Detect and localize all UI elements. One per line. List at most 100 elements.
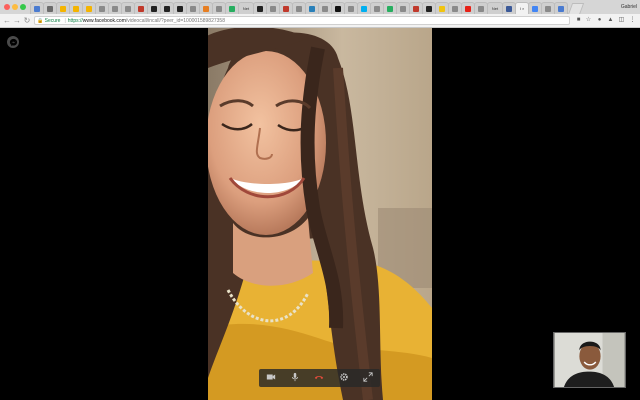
browser-tab[interactable] xyxy=(147,2,161,14)
browser-tab[interactable] xyxy=(554,2,568,14)
browser-tab[interactable] xyxy=(212,2,226,14)
menu-icon[interactable]: ⋮ xyxy=(629,16,636,24)
page-icon xyxy=(400,5,406,12)
back-button[interactable]: ← xyxy=(2,15,12,26)
browser-tab[interactable] xyxy=(318,2,332,14)
leaf-icon xyxy=(229,5,235,12)
microphone-icon xyxy=(290,369,300,387)
extension-icon[interactable]: ◫ xyxy=(618,16,625,24)
maximize-window-button[interactable] xyxy=(20,4,26,10)
browser-tab[interactable] xyxy=(134,2,148,14)
settings-button[interactable] xyxy=(337,371,351,385)
browser-tab[interactable] xyxy=(186,2,200,14)
browser-tab[interactable] xyxy=(474,2,488,14)
profile-name[interactable]: Gabriel xyxy=(621,2,637,12)
github-icon xyxy=(151,5,157,12)
page-icon xyxy=(190,5,196,12)
settings-icon xyxy=(339,369,349,387)
browser-tab[interactable]: I × xyxy=(515,2,529,14)
page-icon xyxy=(322,5,328,12)
close-window-button[interactable] xyxy=(4,4,10,10)
microphone-button[interactable] xyxy=(288,371,302,385)
browser-tab[interactable] xyxy=(422,2,436,14)
github-icon xyxy=(257,5,263,12)
browser-tab[interactable] xyxy=(279,2,293,14)
browser-tab[interactable] xyxy=(266,2,280,14)
url-path: /videocall/incall/?peer_id=1000015898273… xyxy=(125,18,225,24)
page-icon xyxy=(348,5,354,12)
page-icon xyxy=(478,5,484,12)
browser-tab[interactable] xyxy=(30,2,44,14)
extension-icon[interactable]: ● xyxy=(596,16,603,24)
github-icon xyxy=(164,5,170,12)
browser-tab[interactable] xyxy=(383,2,397,14)
github-icon xyxy=(177,5,183,12)
page-icon xyxy=(374,5,380,12)
minimize-window-button[interactable] xyxy=(12,4,18,10)
browser-tab[interactable] xyxy=(121,2,135,14)
browser-tab[interactable] xyxy=(160,2,174,14)
browser-tab[interactable] xyxy=(331,2,345,14)
tab-title: Net xyxy=(242,6,250,11)
url-scheme: https:// xyxy=(67,18,83,24)
browser-tab[interactable] xyxy=(396,2,410,14)
browser-tab[interactable] xyxy=(225,2,239,14)
upload-icon[interactable]: ▲ xyxy=(607,16,614,24)
lock-icon: 🔒 xyxy=(37,18,44,24)
youtube-icon xyxy=(465,5,471,12)
separator: | xyxy=(64,18,66,24)
browser-tab[interactable] xyxy=(108,2,122,14)
browser-tab[interactable] xyxy=(56,2,70,14)
browser-tab[interactable] xyxy=(528,2,542,14)
mail-icon xyxy=(558,5,564,12)
page-icon xyxy=(452,5,458,12)
browser-tab[interactable] xyxy=(82,2,96,14)
browser-tab[interactable] xyxy=(370,2,384,14)
browser-tab[interactable] xyxy=(541,2,555,14)
browser-tab[interactable] xyxy=(95,2,109,14)
browser-tab[interactable] xyxy=(435,2,449,14)
forward-button[interactable]: → xyxy=(12,15,22,26)
fullscreen-button[interactable] xyxy=(361,371,375,385)
keep-icon xyxy=(60,5,66,12)
messenger-icon[interactable] xyxy=(7,36,19,48)
chrome-icon xyxy=(532,5,538,12)
bookmark-star-icon[interactable]: ☆ xyxy=(585,16,592,24)
browser-tab[interactable] xyxy=(344,2,358,14)
page-icon xyxy=(216,5,222,12)
page-icon xyxy=(112,5,118,12)
page-icon xyxy=(545,5,551,12)
address-bar[interactable]: 🔒 Secure | https://www.facebook.com/videoc… xyxy=(34,16,570,25)
end-call-icon xyxy=(314,369,324,387)
url-host: www.facebook.com xyxy=(82,18,126,24)
feather-icon xyxy=(413,5,419,12)
call-controls xyxy=(259,369,380,387)
leaf-icon xyxy=(387,5,393,12)
page-icon xyxy=(125,5,131,12)
end-call-button[interactable] xyxy=(312,371,326,385)
browser-tab[interactable]: Net xyxy=(238,2,254,14)
browser-tab[interactable] xyxy=(502,2,516,14)
browser-tab[interactable] xyxy=(409,2,423,14)
browser-tab[interactable] xyxy=(461,2,475,14)
page-icon xyxy=(296,5,302,12)
browser-tab[interactable] xyxy=(173,2,187,14)
browser-tab[interactable] xyxy=(305,2,319,14)
browser-tab[interactable] xyxy=(199,2,213,14)
tab-title: I × xyxy=(519,6,525,11)
self-view-video xyxy=(553,332,626,388)
browser-tab[interactable]: Net xyxy=(487,2,503,14)
feather-icon xyxy=(138,5,144,12)
camera-button[interactable] xyxy=(264,371,278,385)
browser-tab[interactable] xyxy=(357,2,371,14)
github-icon xyxy=(426,5,432,12)
browser-tab[interactable] xyxy=(448,2,462,14)
camera-permission-icon[interactable]: ■ xyxy=(575,16,582,24)
browser-toolbar: ← → ↻ 🔒 Secure | https://www.facebook.com/… xyxy=(0,14,640,28)
browser-tab[interactable] xyxy=(69,2,83,14)
reload-button[interactable]: ↻ xyxy=(22,15,32,26)
browser-tab[interactable] xyxy=(292,2,306,14)
browser-tab[interactable] xyxy=(43,2,57,14)
browser-tab[interactable] xyxy=(253,2,267,14)
yellow-icon xyxy=(439,5,445,12)
